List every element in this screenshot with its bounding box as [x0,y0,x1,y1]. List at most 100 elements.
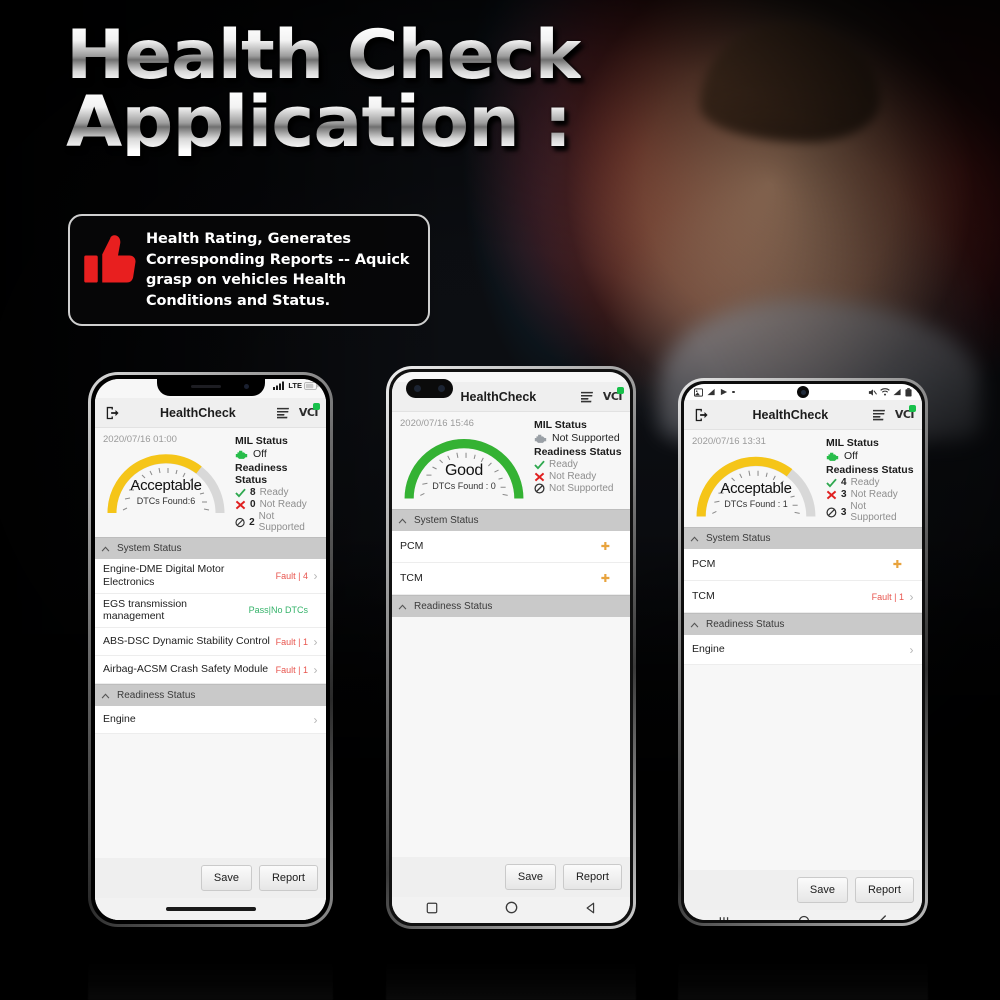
phone-samsung: HealthCheck VCI 2020/07/16 13:31 Accepta… [678,378,928,926]
health-rating: Acceptable [130,477,202,495]
row-label: Engine [692,643,725,656]
android-nav-bar [392,897,630,923]
table-row[interactable]: Engine › [95,706,326,735]
ready-count: 8 [250,487,256,498]
phone-reflection-2 [386,930,636,1000]
action-bar: Save Report [95,858,326,898]
recents-square-icon[interactable] [426,901,438,919]
battery-icon [304,381,319,390]
report-button[interactable]: Report [854,877,914,903]
chevron-up-icon [101,693,110,699]
readiness-ready-row: 8 Ready [235,487,318,498]
phone-huawei: HealthCheck VCI 2020/07/16 15:46 Good DT… [386,366,636,929]
readiness-notready-row: 3 Not Ready [826,489,914,500]
notready-count: 3 [841,489,847,500]
vci-indicator[interactable]: VCI [895,405,916,421]
samsung-nav-bar [684,910,922,920]
section-label: Readiness Status [706,619,785,630]
row-status: Fault | 1 [275,636,308,647]
poster-canvas: Health Check Application : Health Rating… [0,0,1000,1000]
row-label: TCM [692,590,715,603]
table-row[interactable]: TCM ✚ [392,563,630,595]
signal-bars-icon [273,381,285,390]
not-supported-icon [235,517,245,527]
save-button[interactable]: Save [796,877,848,903]
section-header-system[interactable]: System Status [95,537,326,559]
save-button[interactable]: Save [200,865,252,891]
row-label: PCM [400,540,424,553]
row-label: Engine [103,713,136,726]
back-chevron-icon[interactable] [878,914,888,920]
report-button[interactable]: Report [562,864,622,890]
system-status-list: PCM ✚ TCM Fault | 1 › [684,549,922,613]
table-row[interactable]: EGS transmission management Pass|No DTCs [95,593,326,629]
vci-indicator[interactable]: VCI [299,403,320,419]
chevron-right-icon: › [313,712,318,727]
table-row[interactable]: Engine › [684,635,922,665]
table-row[interactable]: Airbag-ACSM Crash Safety Module Fault | … [95,656,326,685]
battery-icon [905,387,912,396]
mil-status-value-row: Off [235,448,318,460]
section-header-readiness[interactable]: Readiness Status [95,684,326,707]
table-row[interactable]: PCM ✚ [392,531,630,563]
section-header-system[interactable]: System Status [684,527,922,549]
headline-line-2: Application : [66,87,581,157]
section-header-system[interactable]: System Status [392,509,630,531]
row-status: Fault | 1 [871,591,904,602]
section-header-readiness[interactable]: Readiness Status [684,613,922,635]
notready-count: 0 [250,499,256,510]
mute-icon [868,388,877,396]
scan-date: 2020/07/16 15:46 [400,418,474,429]
save-button[interactable]: Save [504,864,556,890]
health-gauge: Acceptable DTCs Found:6 [103,447,229,519]
report-list-icon[interactable] [871,409,889,421]
chevron-right-icon: › [909,642,914,657]
app-bar: HealthCheck VCI [95,398,326,428]
vci-indicator[interactable]: VCI [603,387,624,403]
notready-label: Not Ready [850,489,898,500]
health-gauge: Acceptable DTCs Found : 1 [692,449,820,523]
table-row[interactable]: TCM Fault | 1 › [684,581,922,613]
table-row[interactable]: ABS-DSC Dynamic Stability Control Fault … [95,628,326,657]
list-filler [392,617,630,857]
home-indicator[interactable] [95,898,326,920]
row-label: Airbag-ACSM Crash Safety Module [103,663,269,676]
loading-spinner-icon: ✚ [600,573,610,585]
ready-label: Ready [549,459,578,470]
app-title: HealthCheck [752,407,829,422]
readiness-heading: Readiness Status [534,446,622,458]
readiness-notready-row: Not Ready [534,471,622,482]
ios-status-bar: LTE [273,381,319,390]
report-list-icon[interactable] [275,407,293,419]
callout-text: Health Rating, Generates Corresponding R… [146,231,410,309]
row-label: PCM [692,558,716,571]
exit-icon[interactable] [103,406,121,420]
row-status: Pass|No DTCs [248,605,308,616]
android-status-bar [684,384,922,400]
mil-status-value-row: Off [826,450,914,462]
system-status-list: Engine-DME Digital Motor Electronics Fau… [95,559,326,685]
row-label: Engine-DME Digital Motor Electronics [103,563,225,588]
engine-icon [534,434,547,443]
summary-panel: 2020/07/16 13:31 Acceptable DTCs Found:… [684,430,922,527]
home-circle-icon[interactable] [798,914,810,920]
back-triangle-icon[interactable] [585,901,597,919]
engine-icon [826,452,839,461]
summary-panel: 2020/07/16 01:00 Acceptable DTCs Found:6… [95,428,326,537]
recents-lines-icon[interactable] [718,914,730,920]
table-row[interactable]: Engine-DME Digital Motor Electronics Fau… [95,559,326,594]
exit-icon[interactable] [692,408,710,422]
table-row[interactable]: PCM ✚ [684,549,922,581]
report-list-icon[interactable] [579,391,597,403]
action-bar: Save Report [684,870,922,910]
section-header-readiness[interactable]: Readiness Status [392,595,630,617]
app-title: HealthCheck [160,405,236,420]
not-supported-icon [534,483,545,494]
vci-connected-dot [313,403,320,410]
check-icon [826,478,837,488]
report-button[interactable]: Report [258,865,318,891]
phone-reflection-3 [678,930,928,1000]
home-circle-icon[interactable] [505,901,518,919]
section-label: Readiness Status [414,601,493,612]
health-rating: Acceptable [720,480,792,498]
